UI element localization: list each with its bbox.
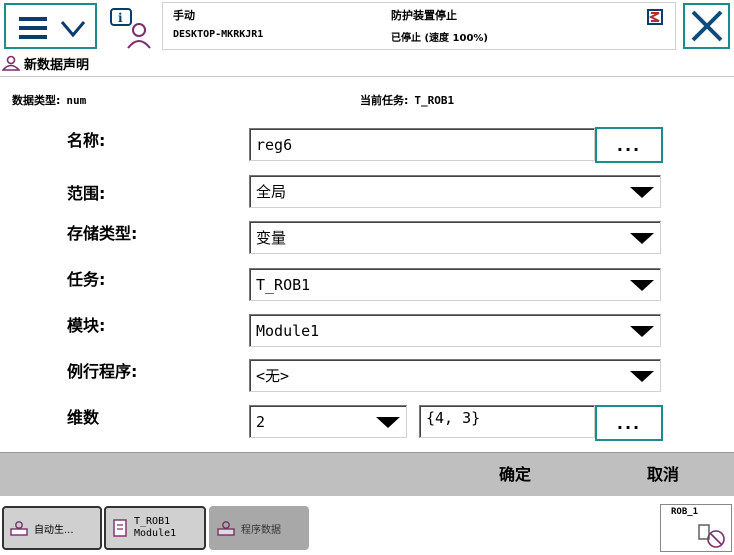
quickset-button[interactable]: ROB_1 xyxy=(660,504,732,552)
task-select[interactable]: T_ROB1 xyxy=(249,268,661,301)
name-input[interactable]: reg6 xyxy=(249,128,595,161)
close-icon xyxy=(691,10,723,42)
routine-label: 例行程序: xyxy=(67,362,138,381)
hamburger-icon xyxy=(19,17,47,39)
page-title-text: 新数据声明 xyxy=(24,57,90,73)
page-title: 新数据声明 xyxy=(2,53,89,73)
event-log-icon[interactable]: i xyxy=(108,6,154,50)
data-type-info: 数据类型: num xyxy=(12,92,86,108)
dropdown-arrow-icon xyxy=(630,326,654,337)
task-label: 任务: xyxy=(67,270,106,289)
taskbar-item-auto[interactable]: 自动生... xyxy=(2,506,102,550)
data-type-value: num xyxy=(66,94,87,107)
routine-select[interactable]: <无> xyxy=(249,359,661,392)
taskbar-item-label: T_ROB1 xyxy=(134,516,171,527)
run-state: 已停止 (速度 100%) xyxy=(391,33,488,44)
top-status-bar: i 手动 DESKTOP-MKRKJR1 防护装置停止 已停止 (速度 100%… xyxy=(0,0,734,52)
ok-button[interactable]: 确定 xyxy=(460,453,570,497)
dimension-size-value: {4, 3} xyxy=(426,409,481,427)
operating-mode: 手动 xyxy=(173,9,195,22)
robot-icon xyxy=(698,524,725,548)
dimension-value: 2 xyxy=(256,412,266,431)
chevron-down-icon xyxy=(60,21,86,38)
program-editor-icon xyxy=(113,519,127,537)
taskbar-item-text: T_ROB1 Module1 xyxy=(134,516,176,540)
module-select[interactable]: Module1 xyxy=(249,314,661,347)
dimension-edit-button[interactable]: ... xyxy=(595,405,663,441)
dimension-size-field[interactable]: {4, 3} xyxy=(419,405,595,438)
dropdown-arrow-icon xyxy=(630,280,654,291)
storage-type-select[interactable]: 变量 xyxy=(249,221,661,254)
storage-type-value: 变量 xyxy=(256,229,287,247)
name-value: reg6 xyxy=(256,135,293,154)
module-value: Module1 xyxy=(256,321,320,340)
safety-state: 防护装置停止 xyxy=(391,9,457,22)
name-keyboard-button[interactable]: ... xyxy=(595,127,663,163)
taskbar-item-editor[interactable]: T_ROB1 Module1 xyxy=(104,506,206,550)
svg-text:i: i xyxy=(118,11,123,25)
controller-name: DESKTOP-MKRKJR1 xyxy=(173,29,264,40)
routine-value: <无> xyxy=(256,367,290,385)
dropdown-arrow-icon xyxy=(630,233,654,244)
dimension-select[interactable]: 2 xyxy=(249,405,407,438)
user-icon xyxy=(2,55,20,71)
module-label: 模块: xyxy=(67,316,106,335)
storage-type-label: 存储类型: xyxy=(67,224,138,243)
window-icon xyxy=(647,9,663,25)
divider xyxy=(0,76,734,77)
scope-value: 全局 xyxy=(256,183,287,201)
taskbar-item-sublabel: Module1 xyxy=(134,528,177,539)
close-button[interactable] xyxy=(683,3,730,49)
current-task-label: 当前任务: xyxy=(360,94,409,107)
name-label: 名称: xyxy=(67,131,106,150)
dropdown-arrow-icon xyxy=(630,371,654,382)
task-value: T_ROB1 xyxy=(256,275,311,294)
taskbar: 自动生... T_ROB1 Module1 程序数据 xyxy=(0,500,734,555)
current-task-info: 当前任务: T_ROB1 xyxy=(360,92,454,108)
taskbar-item-program-data[interactable]: 程序数据 xyxy=(209,506,309,550)
taskbar-item-label: 自动生... xyxy=(34,524,74,536)
command-bar: 确定 取消 xyxy=(0,452,734,496)
status-panel[interactable]: 手动 DESKTOP-MKRKJR1 防护装置停止 已停止 (速度 100%) xyxy=(162,2,676,50)
main-menu-button[interactable] xyxy=(4,3,97,49)
scope-label: 范围: xyxy=(67,184,106,203)
cancel-button[interactable]: 取消 xyxy=(608,453,718,497)
taskbar-item-label: 程序数据 xyxy=(241,524,281,536)
dimension-label: 维数 xyxy=(67,408,100,427)
user-icon xyxy=(217,521,235,536)
user-icon xyxy=(10,521,28,536)
data-type-label: 数据类型: xyxy=(12,94,61,107)
dropdown-arrow-icon xyxy=(630,187,654,198)
dropdown-arrow-icon xyxy=(376,417,400,428)
scope-select[interactable]: 全局 xyxy=(249,175,661,208)
current-task-value: T_ROB1 xyxy=(414,94,455,107)
